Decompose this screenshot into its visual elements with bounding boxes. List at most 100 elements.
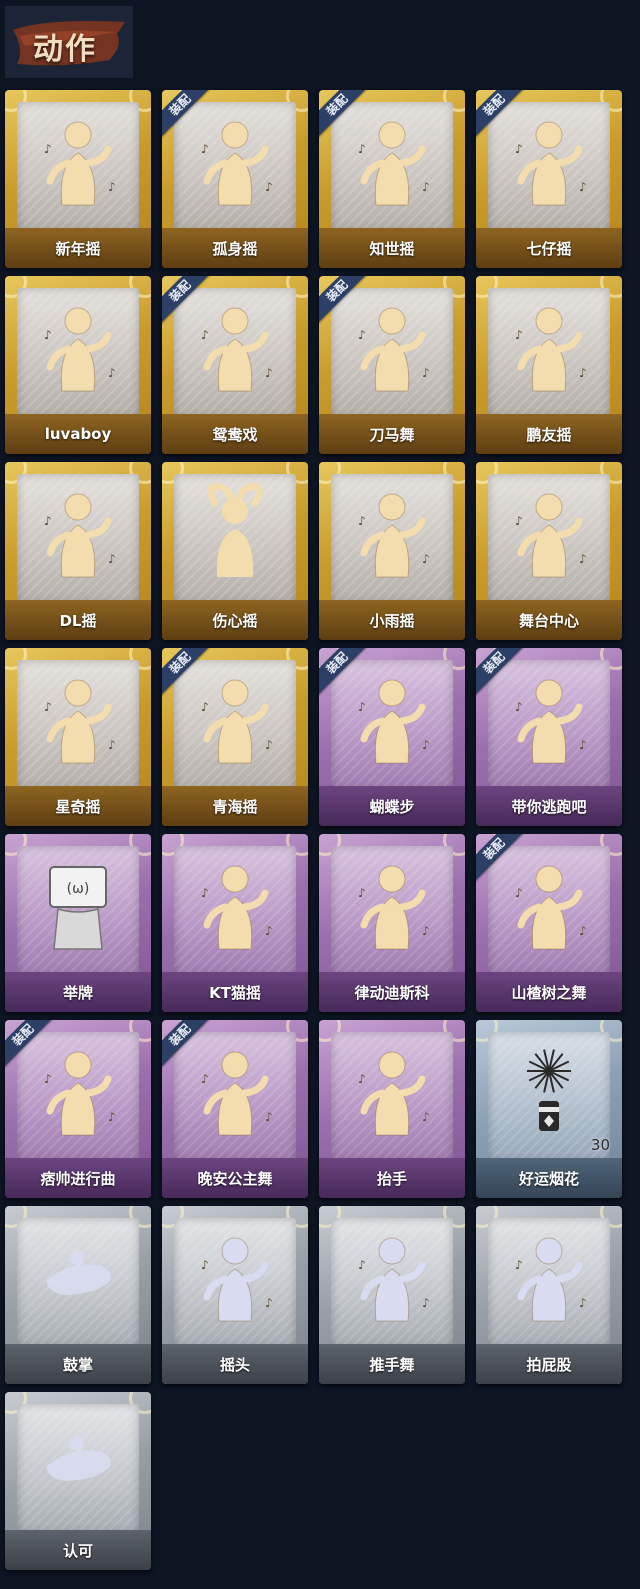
svg-text:♪: ♪ bbox=[579, 366, 587, 380]
clapping-hands-icon bbox=[5, 1220, 151, 1332]
action-card[interactable]: (ω) 举牌 bbox=[5, 834, 151, 1012]
svg-text:♪: ♪ bbox=[44, 328, 52, 342]
action-grid: ♪ ♪ 新年摇 ♪ ♪ 孤身摇 装配 ♪ ♪ 知世摇 装配 ♪ ♪ 七仔摇 装配 ♪ ♪ luv… bbox=[5, 90, 622, 1570]
action-card[interactable]: ♪ ♪ 摇头 bbox=[162, 1206, 308, 1384]
action-label-bar: KT猫摇 bbox=[162, 972, 308, 1012]
action-label-bar: 山楂树之舞 bbox=[476, 972, 622, 1012]
action-label-bar: 带你逃跑吧 bbox=[476, 786, 622, 826]
action-name: DL摇 bbox=[59, 611, 97, 630]
dance-figure-icon: ♪ ♪ bbox=[476, 1220, 622, 1332]
action-label-bar: 孤身摇 bbox=[162, 228, 308, 268]
action-card[interactable]: ♪ ♪ 律动迪斯科 bbox=[319, 834, 465, 1012]
svg-text:♪: ♪ bbox=[265, 1110, 273, 1124]
action-label-bar: 晚安公主舞 bbox=[162, 1158, 308, 1198]
action-card[interactable]: ♪ ♪ DL摇 bbox=[5, 462, 151, 640]
action-card[interactable]: ♪ ♪ 七仔摇 装配 bbox=[476, 90, 622, 268]
svg-text:♪: ♪ bbox=[515, 1258, 523, 1272]
action-card[interactable]: ♪ ♪ 拍屁股 bbox=[476, 1206, 622, 1384]
svg-text:♪: ♪ bbox=[422, 1296, 430, 1310]
action-card[interactable]: ♪ ♪ 抬手 bbox=[319, 1020, 465, 1198]
action-name: 痞帅进行曲 bbox=[40, 1169, 116, 1188]
dance-figure-icon: ♪ ♪ bbox=[162, 1034, 308, 1146]
dance-figure-icon: ♪ ♪ bbox=[476, 104, 622, 216]
svg-text:♪: ♪ bbox=[579, 552, 587, 566]
action-card[interactable]: ♪ ♪ 星奇摇 bbox=[5, 648, 151, 826]
action-card[interactable]: ♪ ♪ 青海摇 装配 bbox=[162, 648, 308, 826]
svg-text:♪: ♪ bbox=[108, 1110, 116, 1124]
dance-figure-icon: ♪ ♪ bbox=[5, 476, 151, 588]
action-card[interactable]: ♪ ♪ KT猫摇 bbox=[162, 834, 308, 1012]
action-name: 拍屁股 bbox=[526, 1355, 572, 1374]
svg-text:♪: ♪ bbox=[108, 552, 116, 566]
action-card[interactable]: ♪ ♪ 晚安公主舞 装配 bbox=[162, 1020, 308, 1198]
svg-text:♪: ♪ bbox=[358, 1072, 366, 1086]
action-label-bar: 鸳鸯戏 bbox=[162, 414, 308, 454]
svg-text:♪: ♪ bbox=[108, 738, 116, 752]
action-card[interactable]: 认可 bbox=[5, 1392, 151, 1570]
action-label-bar: 星奇摇 bbox=[5, 786, 151, 826]
action-card[interactable]: ♪ ♪ 知世摇 装配 bbox=[319, 90, 465, 268]
action-card[interactable]: 伤心摇 bbox=[162, 462, 308, 640]
action-card[interactable]: ♪ ♪ 痞帅进行曲 装配 bbox=[5, 1020, 151, 1198]
dance-figure-icon: ♪ ♪ bbox=[162, 848, 308, 960]
action-card[interactable]: ♪ ♪ 舞台中心 bbox=[476, 462, 622, 640]
dance-figure-icon: ♪ ♪ bbox=[476, 662, 622, 774]
action-card[interactable]: 鼓掌 bbox=[5, 1206, 151, 1384]
dance-figure-icon: ♪ ♪ bbox=[5, 290, 151, 402]
dance-figure-icon: ♪ ♪ bbox=[319, 662, 465, 774]
dance-figure-icon: ♪ ♪ bbox=[162, 662, 308, 774]
dance-figure-icon: ♪ ♪ bbox=[476, 290, 622, 402]
action-card[interactable]: ♪ ♪ 蝴蝶步 装配 bbox=[319, 648, 465, 826]
action-card[interactable]: ♪ ♪ 带你逃跑吧 装配 bbox=[476, 648, 622, 826]
action-label-bar: 痞帅进行曲 bbox=[5, 1158, 151, 1198]
action-label-bar: 鼓掌 bbox=[5, 1344, 151, 1384]
action-card[interactable]: ♪ ♪ 新年摇 bbox=[5, 90, 151, 268]
svg-text:♪: ♪ bbox=[201, 886, 209, 900]
action-label-bar: 举牌 bbox=[5, 972, 151, 1012]
firework-icon bbox=[476, 1034, 622, 1146]
action-name: 晚安公主舞 bbox=[197, 1169, 273, 1188]
dance-figure-icon: ♪ ♪ bbox=[319, 104, 465, 216]
action-card[interactable]: ♪ ♪ luvaboy bbox=[5, 276, 151, 454]
action-name: 认可 bbox=[62, 1541, 93, 1560]
action-card[interactable]: ♪ ♪ 鸳鸯戏 装配 bbox=[162, 276, 308, 454]
page-title: 动作 bbox=[33, 32, 97, 67]
svg-text:♪: ♪ bbox=[44, 700, 52, 714]
dance-figure-icon: ♪ ♪ bbox=[5, 104, 151, 216]
action-name: 举牌 bbox=[62, 983, 93, 1002]
svg-text:♪: ♪ bbox=[358, 328, 366, 342]
action-card[interactable]: ♪ ♪ 山楂树之舞 装配 bbox=[476, 834, 622, 1012]
action-label-bar: DL摇 bbox=[5, 600, 151, 640]
action-card[interactable]: ♪ ♪ 小雨摇 bbox=[319, 462, 465, 640]
dance-figure-icon: ♪ ♪ bbox=[162, 1220, 308, 1332]
action-label-bar: 拍屁股 bbox=[476, 1344, 622, 1384]
action-label-bar: 蝴蝶步 bbox=[319, 786, 465, 826]
svg-text:♪: ♪ bbox=[44, 514, 52, 528]
action-card[interactable]: ♪ ♪ 刀马舞 装配 bbox=[319, 276, 465, 454]
action-card[interactable]: ♪ ♪ 鹏友摇 bbox=[476, 276, 622, 454]
svg-text:♪: ♪ bbox=[44, 142, 52, 156]
action-label-bar: 小雨摇 bbox=[319, 600, 465, 640]
svg-text:♪: ♪ bbox=[579, 738, 587, 752]
action-card[interactable]: ♪ ♪ 孤身摇 装配 bbox=[162, 90, 308, 268]
action-card[interactable]: 30 好运烟花 bbox=[476, 1020, 622, 1198]
action-name: 推手舞 bbox=[369, 1355, 415, 1374]
section-header: 动作 bbox=[5, 6, 133, 78]
svg-text:♪: ♪ bbox=[265, 738, 273, 752]
dance-figure-icon: ♪ ♪ bbox=[162, 290, 308, 402]
action-label-bar: 推手舞 bbox=[319, 1344, 465, 1384]
action-card[interactable]: ♪ ♪ 推手舞 bbox=[319, 1206, 465, 1384]
action-label-bar: 舞台中心 bbox=[476, 600, 622, 640]
svg-text:♪: ♪ bbox=[265, 1296, 273, 1310]
action-label-bar: 七仔摇 bbox=[476, 228, 622, 268]
sign-holding-figure-icon: (ω) bbox=[5, 848, 151, 960]
svg-text:♪: ♪ bbox=[422, 1110, 430, 1124]
action-name: 抬手 bbox=[376, 1169, 407, 1188]
action-name: 摇头 bbox=[219, 1355, 250, 1374]
action-name: 小雨摇 bbox=[369, 611, 415, 630]
svg-text:♪: ♪ bbox=[579, 1296, 587, 1310]
dance-figure-icon: ♪ ♪ bbox=[5, 1034, 151, 1146]
svg-text:♪: ♪ bbox=[515, 886, 523, 900]
dance-figure-icon: ♪ ♪ bbox=[476, 848, 622, 960]
svg-text:♪: ♪ bbox=[265, 366, 273, 380]
